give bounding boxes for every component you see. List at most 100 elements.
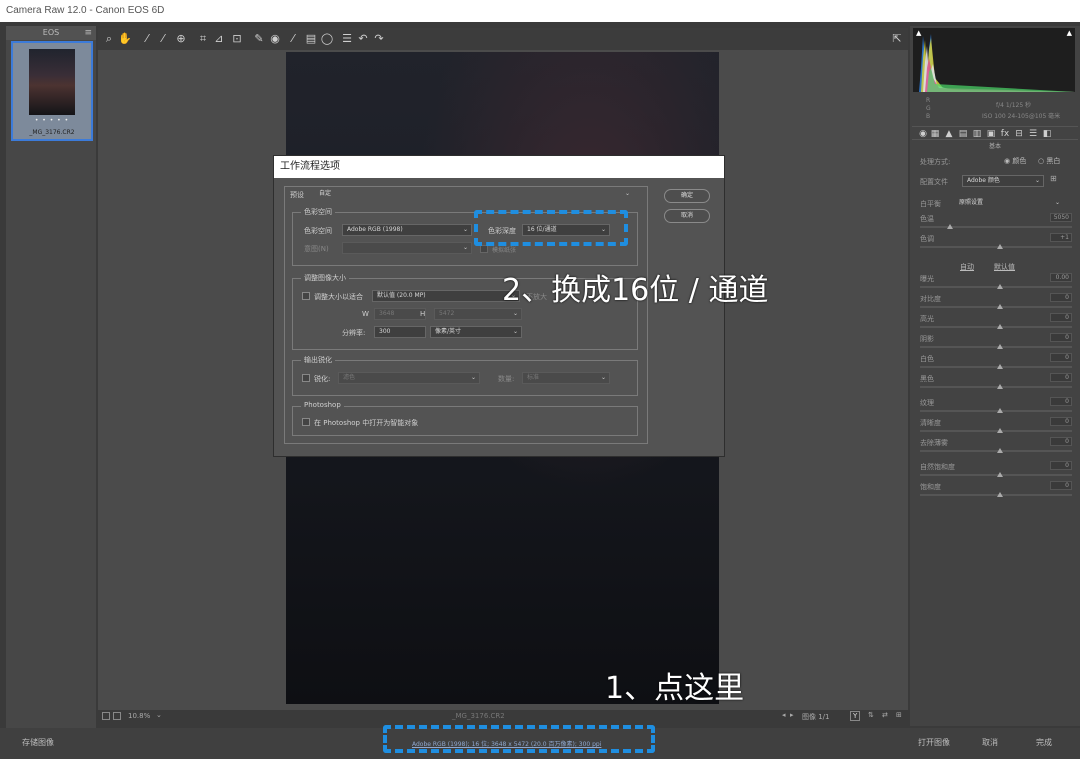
presets-tab-icon[interactable]: ☰ <box>1026 127 1040 141</box>
white-balance-select[interactable]: 原照设置 ⌄ <box>954 197 1064 209</box>
slider-track[interactable] <box>920 346 1072 348</box>
filmstrip-thumbnail[interactable]: • • • • • _MG_3176.CR2 <box>11 41 93 141</box>
slider-thumb[interactable] <box>997 304 1003 309</box>
targeted-adjustment-icon[interactable]: ⊕ <box>174 32 188 46</box>
slider-row[interactable]: 去除薄雾 0 <box>920 437 1072 456</box>
swap-icon[interactable]: ⇅ <box>868 711 874 719</box>
slider-value-field[interactable]: 0 <box>1050 293 1072 302</box>
sharpen-select[interactable]: 滤色 ⌄ <box>338 372 480 384</box>
white-balance-icon[interactable]: ⁄ <box>140 32 154 46</box>
save-image-button[interactable]: 存储图像 <box>22 737 54 748</box>
slider-track[interactable] <box>920 430 1072 432</box>
slider-row[interactable]: 阴影 0 <box>920 333 1072 352</box>
rotate-right-icon[interactable]: ↷ <box>372 32 386 46</box>
detail-tab-icon[interactable]: ▲ <box>942 127 956 141</box>
done-button[interactable]: 完成 <box>1036 737 1052 748</box>
slider-value-field[interactable]: 5050 <box>1050 213 1072 222</box>
slider-row[interactable]: 清晰度 0 <box>920 417 1072 436</box>
open-image-button[interactable]: 打开图像 <box>918 737 950 748</box>
height-field[interactable]: 5472 ⌄ <box>434 308 522 320</box>
profile-browser-icon[interactable]: ⊞ <box>1050 174 1057 183</box>
zoom-icon[interactable]: ⌕ <box>102 32 116 46</box>
slider-track[interactable] <box>920 474 1072 476</box>
slider-row[interactable]: 高光 0 <box>920 313 1072 332</box>
slider-thumb[interactable] <box>997 448 1003 453</box>
profile-select[interactable]: Adobe 颜色 ⌄ <box>962 175 1044 187</box>
slider-thumb[interactable] <box>997 384 1003 389</box>
slider-value-field[interactable]: 0.00 <box>1050 273 1072 282</box>
slider-thumb[interactable] <box>997 428 1003 433</box>
spot-removal-icon[interactable]: ✎ <box>252 32 266 46</box>
slider-thumb[interactable] <box>947 224 953 229</box>
resize-checkbox[interactable] <box>302 292 310 300</box>
ok-button[interactable]: 确定 <box>664 189 710 203</box>
slider-track[interactable] <box>920 494 1072 496</box>
slider-thumb[interactable] <box>997 364 1003 369</box>
slider-thumb[interactable] <box>997 244 1003 249</box>
preferences-icon[interactable]: ☰ <box>340 32 354 46</box>
slider-track[interactable] <box>920 450 1072 452</box>
hsl-tab-icon[interactable]: ▤ <box>956 127 970 141</box>
treatment-color-radio[interactable]: ◉ 颜色 <box>1004 156 1026 166</box>
slider-value-field[interactable]: 0 <box>1050 481 1072 490</box>
adjustment-brush-icon[interactable]: ⁄ <box>286 32 300 46</box>
menu-icon[interactable]: ≡ <box>84 26 92 40</box>
prev-image-icon[interactable]: ◂ <box>782 711 786 719</box>
snapshots-tab-icon[interactable]: ◧ <box>1040 127 1054 141</box>
slider-row[interactable]: 色温 5050 <box>920 213 1072 232</box>
dialog-cancel-button[interactable]: 取消 <box>664 209 710 223</box>
effects-tab-icon[interactable]: fx <box>998 127 1012 141</box>
slider-thumb[interactable] <box>997 344 1003 349</box>
slider-thumb[interactable] <box>997 284 1003 289</box>
slider-thumb[interactable] <box>997 492 1003 497</box>
slider-row[interactable]: 色调 +1 <box>920 233 1072 252</box>
slider-value-field[interactable]: +1 <box>1050 233 1072 242</box>
slider-track[interactable] <box>920 366 1072 368</box>
slider-value-field[interactable]: 0 <box>1050 353 1072 362</box>
slider-thumb[interactable] <box>997 324 1003 329</box>
preset-select[interactable]: 自定 ⌄ <box>314 188 634 200</box>
amount-select[interactable]: 标准 ⌄ <box>522 372 610 384</box>
slider-track[interactable] <box>920 410 1072 412</box>
resize-fit-select[interactable]: 默认值 (20.0 MP) ⌄ <box>372 290 520 302</box>
radial-filter-icon[interactable]: ◯ <box>320 32 334 46</box>
rotate-left-icon[interactable]: ↶ <box>356 32 370 46</box>
split-toning-tab-icon[interactable]: ▥ <box>970 127 984 141</box>
slider-track[interactable] <box>920 386 1072 388</box>
zoom-level[interactable]: 10.8% <box>128 712 150 720</box>
chevron-down-icon[interactable]: ⌄ <box>156 711 162 719</box>
default-button[interactable]: 默认值 <box>994 262 1015 272</box>
y-toggle-button[interactable]: Y <box>850 711 861 721</box>
slider-row[interactable]: 曝光 0.00 <box>920 273 1072 292</box>
slider-value-field[interactable]: 0 <box>1050 373 1072 382</box>
calibration-tab-icon[interactable]: ⊟ <box>1012 127 1026 141</box>
sharpen-checkbox[interactable] <box>302 374 310 382</box>
copy-settings-icon[interactable]: ⇄ <box>882 711 888 719</box>
simulate-paper-checkbox[interactable] <box>480 245 488 253</box>
lens-tab-icon[interactable]: ▣ <box>984 127 998 141</box>
slider-row[interactable]: 自然饱和度 0 <box>920 461 1072 480</box>
next-image-icon[interactable]: ▸ <box>790 711 794 719</box>
highlight-clipping-icon[interactable]: ▲ <box>1067 29 1072 37</box>
slider-row[interactable]: 纹理 0 <box>920 397 1072 416</box>
slider-value-field[interactable]: 0 <box>1050 461 1072 470</box>
slider-row[interactable]: 黑色 0 <box>920 373 1072 392</box>
slider-track[interactable] <box>920 306 1072 308</box>
shadow-clipping-icon[interactable]: ▲ <box>916 29 921 37</box>
red-eye-icon[interactable]: ◉ <box>268 32 282 46</box>
graduated-filter-icon[interactable]: ▤ <box>304 32 318 46</box>
slider-track[interactable] <box>920 246 1072 248</box>
transform-icon[interactable]: ⊡ <box>230 32 244 46</box>
resolution-unit-select[interactable]: 像素/英寸 ⌄ <box>430 326 522 338</box>
slider-thumb[interactable] <box>997 408 1003 413</box>
fullscreen-icon[interactable]: ⇱ <box>890 32 904 46</box>
smart-object-checkbox[interactable] <box>302 418 310 426</box>
slider-row[interactable]: 对比度 0 <box>920 293 1072 312</box>
slider-row[interactable]: 白色 0 <box>920 353 1072 372</box>
slider-value-field[interactable]: 0 <box>1050 437 1072 446</box>
slider-track[interactable] <box>920 226 1072 228</box>
resolution-field[interactable]: 300 <box>374 326 426 338</box>
grid-icon[interactable]: ⊞ <box>896 711 902 719</box>
slider-value-field[interactable]: 0 <box>1050 397 1072 406</box>
slider-track[interactable] <box>920 286 1072 288</box>
